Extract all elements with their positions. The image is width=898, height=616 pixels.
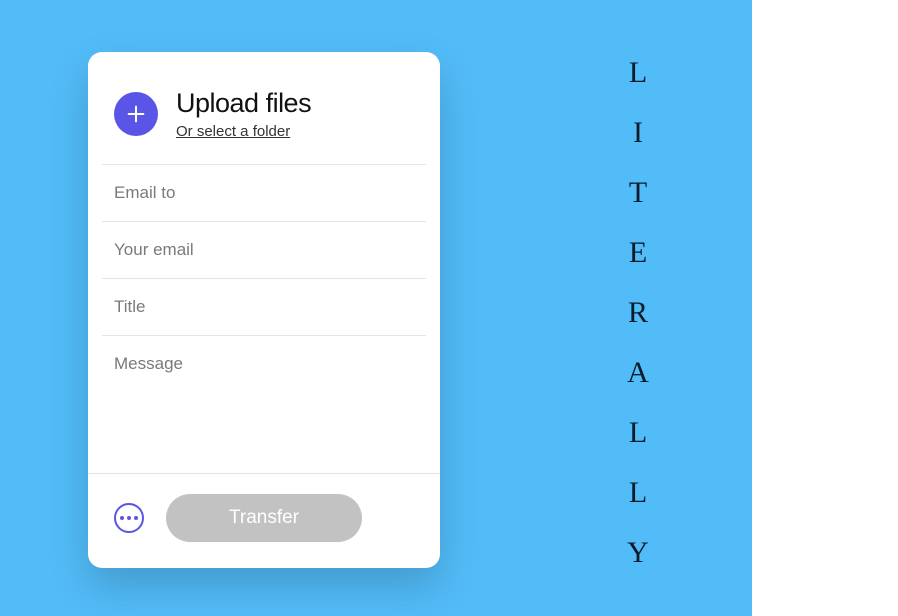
vertical-letter: Y (618, 536, 658, 570)
select-folder-link[interactable]: Or select a folder (176, 123, 311, 140)
more-icon (127, 516, 131, 520)
transfer-button[interactable]: Transfer (166, 494, 362, 542)
vertical-letter: I (618, 116, 658, 150)
message-input[interactable] (114, 354, 414, 394)
more-icon (134, 516, 138, 520)
vertical-letter: L (618, 416, 658, 450)
vertical-word: L I T E R A L L Y (618, 56, 658, 570)
card-header: Upload files Or select a folder (88, 52, 440, 164)
email-to-field (102, 165, 426, 222)
plus-icon (125, 103, 147, 125)
title-field (102, 279, 426, 336)
your-email-input[interactable] (114, 240, 414, 260)
viewport: Upload files Or select a folder (0, 0, 898, 616)
title-input[interactable] (114, 297, 414, 317)
vertical-letter: T (618, 176, 658, 210)
upload-titles: Upload files Or select a folder (176, 88, 311, 140)
transfer-card: Upload files Or select a folder (88, 52, 440, 568)
vertical-letter: L (618, 476, 658, 510)
message-field (102, 336, 426, 439)
more-options-button[interactable] (114, 503, 144, 533)
upload-title: Upload files (176, 88, 311, 119)
card-footer: Transfer (88, 473, 440, 568)
your-email-field (102, 222, 426, 279)
vertical-letter: R (618, 296, 658, 330)
vertical-letter: L (618, 56, 658, 90)
more-icon (120, 516, 124, 520)
add-files-button[interactable] (114, 92, 158, 136)
email-to-input[interactable] (114, 183, 414, 203)
vertical-letter: A (618, 356, 658, 390)
form-fields (88, 165, 440, 439)
vertical-letter: E (618, 236, 658, 270)
